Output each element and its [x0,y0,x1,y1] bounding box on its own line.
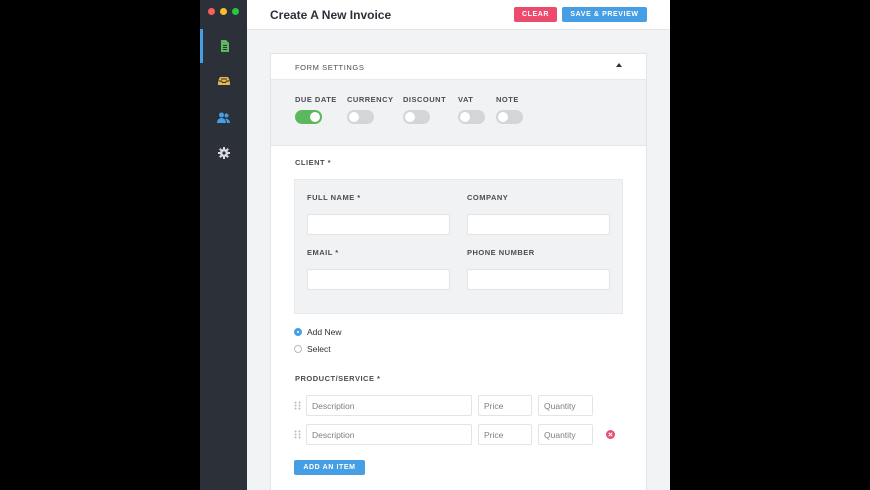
header-bar: Create A New Invoice CLEAR SAVE & PREVIE… [247,0,670,30]
quantity-input[interactable]: Quantity [538,424,593,445]
company-field[interactable] [467,214,610,235]
save-preview-button[interactable]: SAVE & PREVIEW [562,7,647,22]
drag-handle-icon[interactable] [294,401,301,410]
discount-switch[interactable] [403,110,430,124]
add-item-button[interactable]: ADD AN ITEM [294,460,365,475]
company-label: COMPANY [467,193,509,202]
product-row: Description Price Quantity [294,395,624,417]
price-input[interactable]: Price [478,424,532,445]
due-date-switch[interactable] [295,110,322,124]
client-details-panel: FULL NAME * COMPANY EMAIL * PHONE NUMBER [294,179,623,314]
remove-item-icon[interactable] [606,430,615,439]
toggle-discount: DISCOUNT [403,95,446,124]
sidebar [200,0,247,490]
collapse-caret-icon[interactable] [616,63,622,67]
client-section-label: CLIENT * [295,158,332,167]
toggle-label: VAT [458,95,474,104]
vat-switch[interactable] [458,110,485,124]
form-settings-panel: DUE DATE CURRENCY DISCOUNT VAT NOTE [271,80,646,146]
form-settings-title: FORM SETTINGS [295,63,365,72]
email-field[interactable] [307,269,450,290]
email-label: EMAIL * [307,248,339,257]
radio-select-label: Select [307,344,331,354]
contacts-icon [217,112,230,123]
description-input[interactable]: Description [306,395,472,416]
minimize-button[interactable] [220,8,227,15]
toggle-label: DUE DATE [295,95,337,104]
form-settings-header[interactable]: FORM SETTINGS [271,54,646,80]
product-section-label: PRODUCT/SERVICE * [295,374,381,383]
toggle-note: NOTE [496,95,523,124]
toggle-label: NOTE [496,95,519,104]
radio-select[interactable]: Select [294,344,331,354]
invoice-form: FORM SETTINGS DUE DATE CURRENCY DISCOUNT [270,53,647,490]
invoice-icon [221,40,229,52]
sidebar-item-contacts[interactable] [200,100,247,134]
note-switch[interactable] [496,110,523,124]
radio-add-new-label: Add New [307,327,342,337]
clear-button[interactable]: CLEAR [514,7,557,22]
drag-handle-icon[interactable] [294,430,301,439]
price-input[interactable]: Price [478,395,532,416]
inbox-icon [217,77,230,85]
app-window: Create A New Invoice CLEAR SAVE & PREVIE… [200,0,670,490]
zoom-button[interactable] [232,8,239,15]
full-name-field[interactable] [307,214,450,235]
radio-select-button[interactable] [294,345,302,353]
radio-add-new[interactable]: Add New [294,327,342,337]
page-title: Create A New Invoice [270,8,392,22]
toggle-due-date: DUE DATE [295,95,337,124]
product-row: Description Price Quantity [294,424,624,446]
phone-field[interactable] [467,269,610,290]
sidebar-item-inbox[interactable] [200,64,247,98]
toggle-currency: CURRENCY [347,95,394,124]
full-name-label: FULL NAME * [307,193,361,202]
toggle-vat: VAT [458,95,485,124]
radio-add-new-button[interactable] [294,328,302,336]
window-controls [208,8,239,15]
quantity-input[interactable]: Quantity [538,395,593,416]
main-content: Create A New Invoice CLEAR SAVE & PREVIE… [247,0,670,490]
close-button[interactable] [208,8,215,15]
sidebar-item-invoices[interactable] [200,29,247,63]
phone-label: PHONE NUMBER [467,248,535,257]
settings-icon [217,147,230,159]
toggle-label: DISCOUNT [403,95,447,104]
description-input[interactable]: Description [306,424,472,445]
currency-switch[interactable] [347,110,374,124]
sidebar-item-settings[interactable] [200,136,247,170]
toggle-label: CURRENCY [347,95,394,104]
